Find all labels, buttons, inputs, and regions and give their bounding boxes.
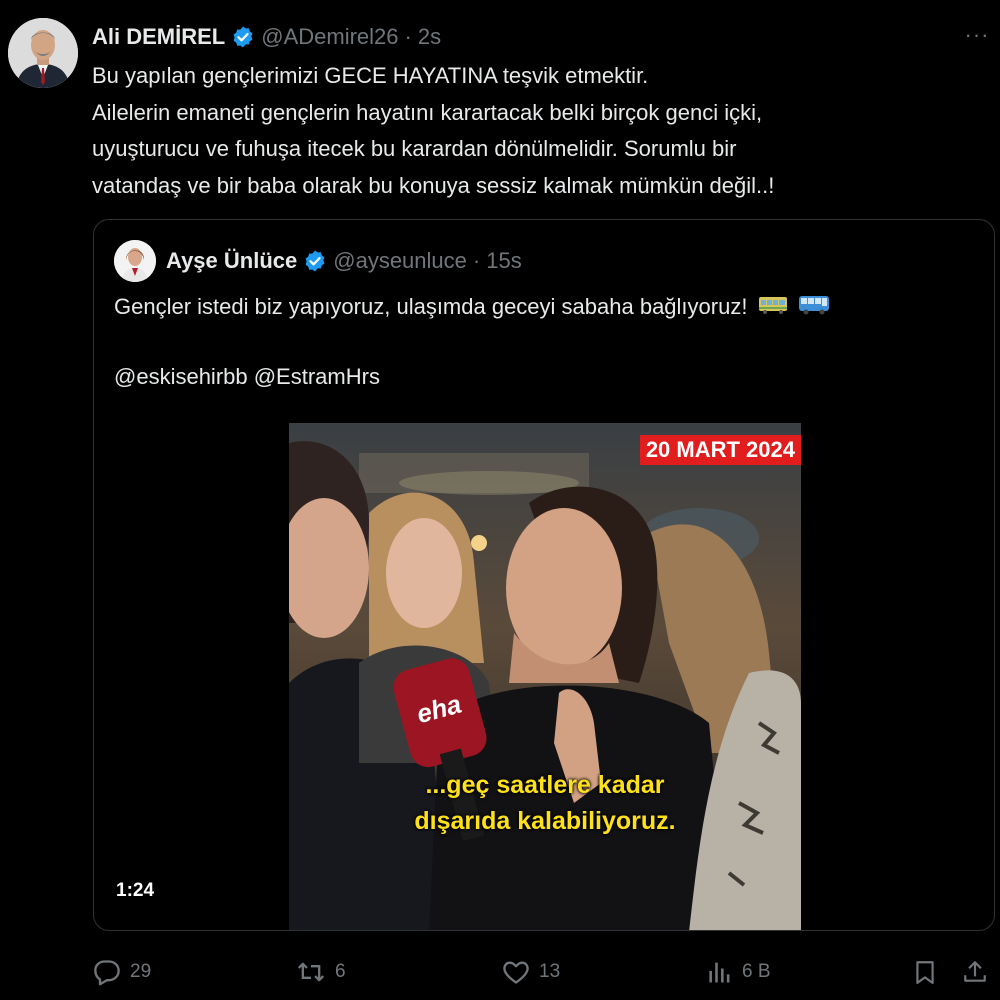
tweet-header: Ali DEMİREL @ADemirel26 · 2s (92, 22, 980, 52)
avatar-woman-icon (114, 240, 156, 282)
tram-icon (758, 295, 788, 321)
quote-text: Gençler istedi biz yapıyoruz, ulaşımda g… (114, 294, 830, 322)
quote-time[interactable]: 15s (486, 248, 521, 274)
author-handle[interactable]: @ADemirel26 (261, 24, 398, 50)
tweet-line: uyuşturucu ve fuhuşa itecek bu karardan … (92, 136, 737, 161)
bus-icon (798, 294, 830, 322)
bookmark-button[interactable] (912, 955, 946, 989)
reply-button[interactable]: 29 (92, 955, 151, 989)
video-player[interactable]: eha 20 MART 2024 ...geç saatlere kadar d… (289, 423, 801, 930)
quote-author-handle[interactable]: @ayseunluce (333, 248, 467, 274)
repost-count: 6 (335, 961, 346, 982)
tweet-line: Ailelerin emaneti gençlerin hayatını kar… (92, 99, 763, 125)
verified-badge-icon (231, 25, 255, 49)
separator-dot: · (404, 24, 412, 49)
tweet-line: Bu yapılan gençlerimizi GECE HAYATINA te… (92, 63, 649, 88)
tweet-time[interactable]: 2s (418, 24, 441, 50)
video-duration: 1:24 (116, 880, 155, 901)
repost-icon (297, 962, 325, 982)
author-avatar[interactable] (8, 18, 78, 88)
quote-author-avatar[interactable] (114, 240, 156, 282)
quote-author-name[interactable]: Ayşe Ünlüce (166, 248, 297, 274)
like-button[interactable]: 13 (501, 955, 560, 989)
quote-text-content: Gençler istedi biz yapıyoruz, ulaşımda g… (114, 294, 748, 319)
share-icon (964, 961, 986, 982)
date-badge: 20 MART 2024 (639, 435, 801, 465)
views-count: 6 B (742, 961, 771, 982)
reply-count: 29 (130, 961, 152, 982)
tweet-line: vatandaş ve bir baba olarak bu konuya se… (92, 172, 775, 198)
bookmark-icon (916, 961, 934, 984)
video-thumbnail: eha (289, 423, 801, 930)
like-count: 13 (539, 961, 561, 982)
heart-icon (503, 961, 529, 984)
repost-button[interactable]: 6 (295, 955, 346, 989)
quoted-tweet[interactable]: Ayşe Ünlüce @ayseunluce · 15s Gençler is… (93, 219, 995, 931)
avatar-man-icon (8, 18, 78, 88)
tweet-text: Bu yapılan gençlerimizi GECE HAYATINA te… (92, 58, 972, 204)
verified-badge-icon (303, 249, 327, 273)
video-caption-line: ...geç saatlere kadar (425, 771, 665, 799)
more-options-icon[interactable]: ··· (960, 20, 994, 50)
views-button[interactable]: 6 B (706, 955, 771, 989)
video-caption-line: dışarıda kalabiliyoruz. (414, 807, 676, 835)
author-name[interactable]: Ali DEMİREL (92, 24, 225, 50)
quote-mentions[interactable]: @eskisehirbb @EstramHrs (114, 364, 380, 390)
separator-dot: · (472, 248, 481, 273)
views-chart-icon (709, 962, 730, 983)
quote-header: Ayşe Ünlüce @ayseunluce · 15s (166, 246, 522, 276)
share-button[interactable] (962, 955, 996, 989)
tweet-actions: 29 6 13 6 B (92, 955, 992, 989)
reply-icon (94, 960, 120, 986)
